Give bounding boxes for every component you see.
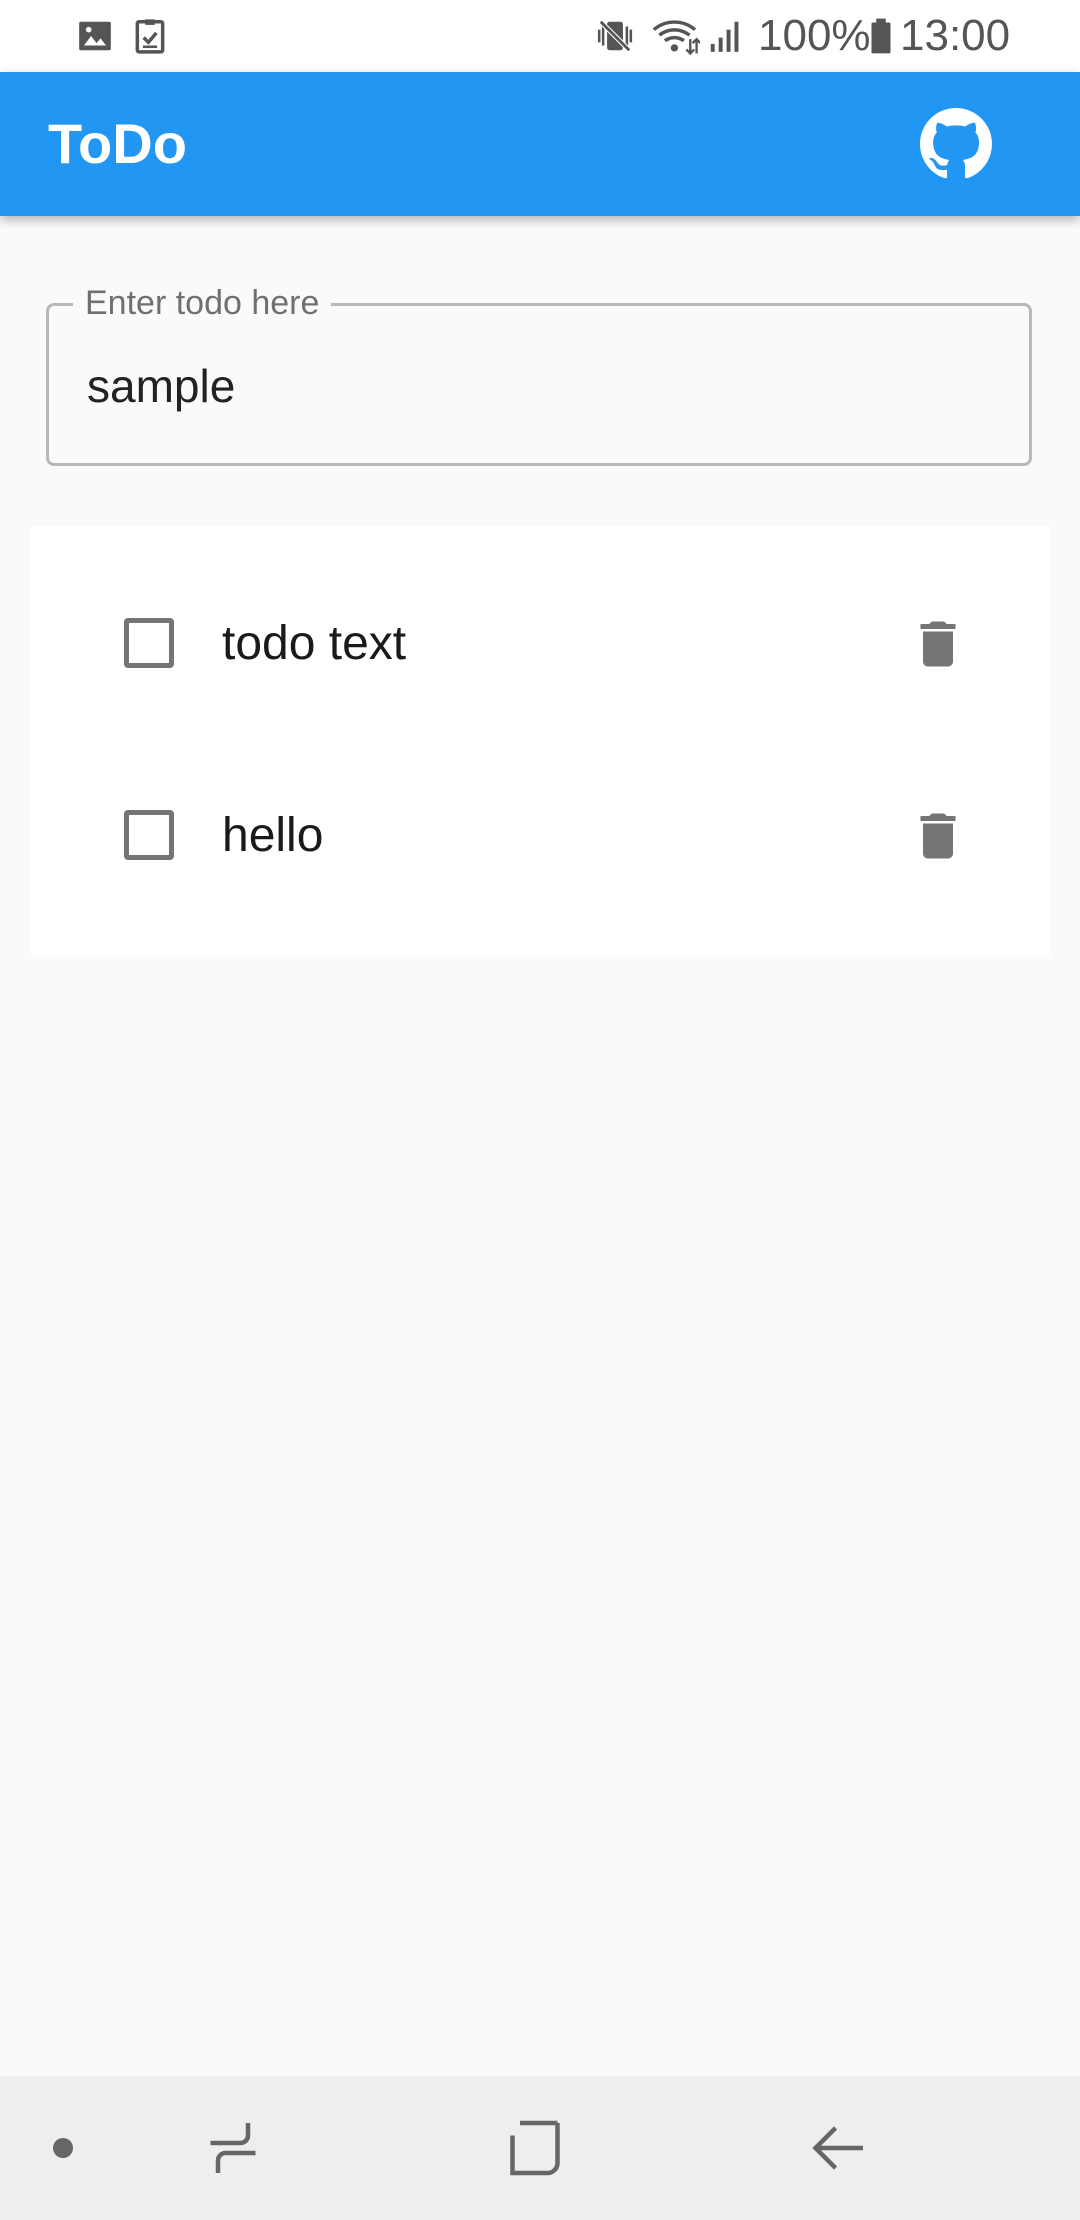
battery-icon bbox=[862, 17, 900, 55]
todo-input-label: Enter todo here bbox=[73, 282, 332, 324]
dot-icon bbox=[53, 2138, 73, 2158]
home-button[interactable] bbox=[505, 2118, 565, 2178]
back-button[interactable] bbox=[808, 2118, 868, 2178]
todo-text: hello bbox=[222, 809, 324, 862]
delete-button[interactable] bbox=[908, 806, 968, 866]
wifi-icon bbox=[652, 17, 700, 55]
app-title: ToDo bbox=[48, 112, 187, 175]
recents-icon bbox=[210, 2123, 256, 2173]
todo-item: todo text bbox=[31, 526, 1050, 718]
todo-input-field[interactable]: Enter todo here sample bbox=[46, 282, 1032, 466]
signal-icon bbox=[706, 17, 744, 55]
recents-button[interactable] bbox=[203, 2118, 263, 2178]
home-icon bbox=[510, 2120, 560, 2176]
todo-input-value[interactable]: sample bbox=[87, 358, 235, 414]
delete-button[interactable] bbox=[908, 614, 968, 674]
trash-icon bbox=[920, 813, 956, 859]
status-bar: 100% 13:00 bbox=[0, 0, 1080, 72]
github-button[interactable] bbox=[920, 108, 992, 180]
todo-list: todo text hello bbox=[31, 526, 1050, 956]
todo-screen: 100% 13:00 ToDo Enter todo here sample t… bbox=[0, 0, 1080, 2220]
mute-vibrate-icon bbox=[596, 17, 634, 55]
clock: 13:00 bbox=[900, 11, 1011, 60]
nav-dot-button[interactable] bbox=[33, 2118, 93, 2178]
todo-text: todo text bbox=[222, 617, 407, 670]
todo-checkbox[interactable] bbox=[124, 618, 174, 668]
github-icon bbox=[920, 108, 992, 179]
todo-checkbox[interactable] bbox=[124, 810, 174, 860]
navigation-bar bbox=[0, 2076, 1080, 2220]
trash-icon bbox=[920, 621, 956, 667]
battery-percentage: 100% bbox=[758, 11, 871, 60]
todo-item: hello bbox=[31, 718, 1050, 910]
image-icon bbox=[76, 17, 114, 55]
back-icon bbox=[812, 2126, 863, 2170]
task-check-icon bbox=[131, 17, 169, 55]
app-bar: ToDo bbox=[0, 72, 1080, 216]
